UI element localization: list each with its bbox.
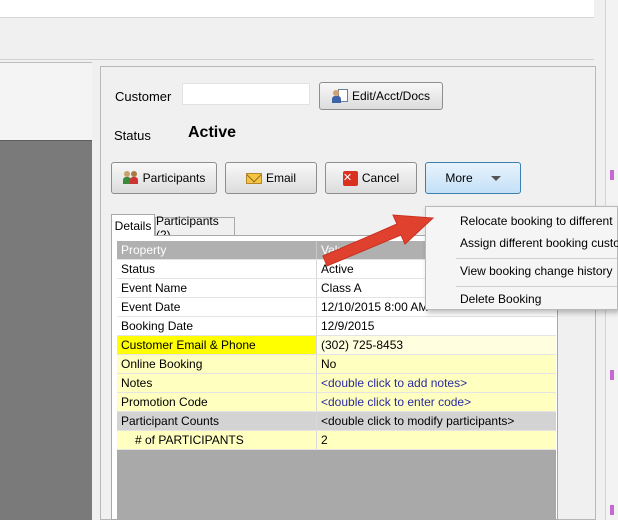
property-cell: Promotion Code [117,393,317,411]
email-button-label: Email [265,171,296,185]
menu-item-view-history[interactable]: View booking change history [460,264,613,278]
tab-details[interactable]: Details [111,214,155,236]
edge-marker [610,370,614,380]
edit-acct-docs-button[interactable]: Edit/Acct/Docs [319,82,443,110]
table-row[interactable]: Notes <double click to add notes> [117,374,556,393]
value-cell: No [321,357,337,371]
table-row[interactable]: # of PARTICIPANTS 2 [117,431,556,450]
value-cell: <double click to add notes> [321,376,468,390]
top-toolbar-strip [0,18,594,60]
menu-item-assign-customer[interactable]: Assign different booking custo [460,236,618,250]
table-row[interactable]: Promotion Code <double click to enter co… [117,393,556,412]
status-value: Active [188,124,237,141]
property-cell: Participant Counts [117,412,317,430]
left-pane-header [0,62,92,140]
property-cell: Status [117,260,317,278]
value-cell: <double click to modify participants> [321,414,515,428]
people-icon [122,171,139,185]
top-white-area [0,0,594,18]
table-row[interactable]: Online Booking No [117,355,556,374]
table-row[interactable]: Customer Email & Phone (302) 725-8453 [117,336,556,355]
left-pane-content [0,140,92,520]
property-cell: Booking Date [117,317,317,335]
edit-acct-docs-label: Edit/Acct/Docs [351,89,431,103]
property-cell: Event Name [117,279,317,297]
value-cell: (302) 725-8453 [317,336,556,354]
more-button-label: More [445,171,473,185]
customer-label: Customer [115,89,172,104]
value-cell: 2 [321,433,328,447]
more-button[interactable]: More [425,162,521,194]
property-cell: Event Date [117,298,317,316]
participants-button-label: Participants [142,171,206,185]
more-dropdown-menu: Relocate booking to different Assign dif… [425,206,618,310]
cancel-button-label: Cancel [361,171,400,185]
table-row[interactable]: Participant Counts <double click to modi… [117,412,556,431]
cancel-x-icon: ✕ [342,170,358,186]
property-cell: Customer Email & Phone [117,336,317,354]
menu-separator [456,286,617,287]
envelope-icon [245,172,262,184]
menu-separator [456,258,617,259]
participants-button[interactable]: Participants [111,162,217,194]
menu-item-delete-booking[interactable]: Delete Booking [460,292,541,306]
property-column-header: Property [117,241,317,259]
status-label: Status [114,128,151,143]
edge-marker [610,170,614,180]
value-cell: 12/9/2015 [321,319,375,333]
chevron-down-icon [490,175,501,181]
email-button[interactable]: Email [225,162,317,194]
account-docs-icon [331,88,348,104]
tab-participants[interactable]: Participants (2) [155,214,235,242]
table-row[interactable]: Booking Date 12/9/2015 [117,317,556,336]
edge-marker [610,505,614,515]
menu-item-relocate-booking[interactable]: Relocate booking to different [460,214,613,228]
property-cell: Online Booking [117,355,317,373]
customer-field[interactable] [182,83,310,105]
cancel-button[interactable]: ✕ Cancel [325,162,417,194]
property-cell: # of PARTICIPANTS [117,431,317,449]
value-cell: <double click to enter code> [321,395,472,409]
property-cell: Notes [117,374,317,392]
